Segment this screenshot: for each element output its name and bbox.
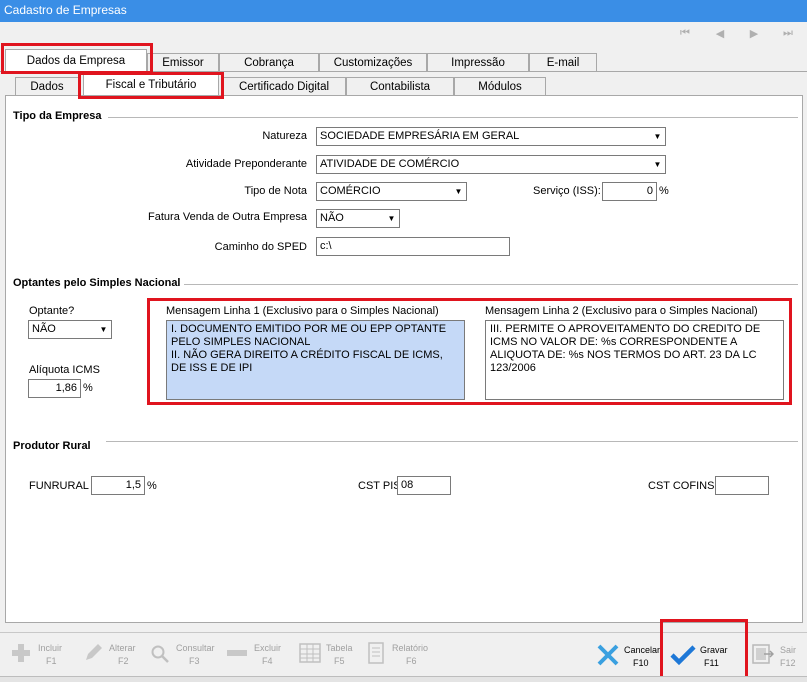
tab-dados-da-empresa[interactable]: Dados da Empresa	[5, 49, 147, 72]
fatura-label: Fatura Venda de Outra Empresa	[148, 211, 307, 223]
tab-contabilista[interactable]: Contabilista	[346, 77, 454, 96]
plus-icon	[12, 644, 30, 662]
msg2-title: Mensagem Linha 2 (Exclusivo para o Simpl…	[485, 305, 758, 317]
sair-label: Sair	[780, 645, 797, 655]
chevron-down-icon[interactable]: ▼	[384, 210, 399, 227]
cancelar-key: F10	[633, 658, 649, 668]
incluir-label: Incluir	[38, 643, 63, 653]
natureza-value: SOCIEDADE EMPRESÁRIA EM GERAL	[320, 130, 520, 142]
alterar-key: F2	[118, 656, 129, 666]
tipo-nota-value: COMÉRCIO	[320, 185, 381, 197]
tipo-nota-select[interactable]: COMÉRCIO ▼	[316, 182, 467, 201]
tab-row-divider	[0, 71, 807, 72]
servico-percent: %	[659, 185, 669, 197]
tab-cobranca[interactable]: Cobrança	[219, 53, 319, 71]
window-title: Cadastro de Empresas	[0, 0, 807, 22]
tabela-button[interactable]: Tabela F5	[297, 640, 357, 672]
excluir-button[interactable]: Excluir F4	[224, 640, 284, 672]
consultar-key: F3	[189, 656, 200, 666]
magnifier-icon	[151, 645, 169, 663]
section-divider	[108, 117, 798, 118]
cancel-x-icon	[597, 644, 619, 666]
natureza-label: Natureza	[262, 130, 307, 142]
optante-label: Optante?	[29, 305, 75, 317]
sped-input[interactable]: c:\	[316, 237, 510, 256]
servico-label: Serviço (ISS):	[533, 185, 601, 197]
table-icon	[299, 643, 321, 663]
fatura-select[interactable]: NÃO ▼	[316, 209, 400, 228]
funrural-percent: %	[147, 480, 157, 492]
sair-key: F12	[780, 658, 796, 668]
alterar-label: Alterar	[109, 643, 136, 653]
excluir-key: F4	[262, 656, 273, 666]
last-icon[interactable]: ⏭	[781, 27, 795, 40]
tabela-label: Tabela	[326, 643, 353, 653]
tipo-nota-label: Tipo de Nota	[244, 185, 307, 197]
tab-impressao[interactable]: Impressão	[427, 53, 529, 71]
servico-input[interactable]: 0	[602, 182, 657, 201]
atividade-label: Atividade Preponderante	[185, 158, 307, 170]
cst-cofins-input[interactable]	[715, 476, 769, 495]
report-icon	[368, 642, 384, 664]
section-divider	[106, 441, 798, 442]
cst-pis-label: CST PIS	[358, 480, 401, 492]
previous-icon[interactable]: ◀	[713, 27, 727, 40]
funrural-label: FUNRURAL	[29, 480, 89, 492]
funrural-input[interactable]: 1,5	[91, 476, 145, 495]
section-title-tipo-empresa: Tipo da Empresa	[13, 110, 102, 122]
msg1-textarea[interactable]: I. DOCUMENTO EMITIDO POR ME OU EPP OPTAN…	[166, 320, 465, 400]
consultar-label: Consultar	[176, 643, 215, 653]
section-divider	[184, 284, 798, 285]
tab-email[interactable]: E-mail	[529, 53, 597, 71]
alterar-button[interactable]: Alterar F2	[80, 640, 140, 672]
checkmark-icon	[670, 645, 696, 666]
status-bar	[0, 676, 807, 682]
chevron-down-icon[interactable]: ▼	[451, 183, 466, 200]
minus-icon	[227, 650, 247, 656]
atividade-value: ATIVIDADE DE COMÉRCIO	[320, 158, 460, 170]
msg2-textarea[interactable]: III. PERMITE O APROVEITAMENTO DO CREDITO…	[485, 320, 784, 400]
relatorio-label: Relatório	[392, 643, 429, 653]
tab-emissor[interactable]: Emissor	[147, 53, 219, 71]
section-title-produtor: Produtor Rural	[13, 440, 91, 452]
tab-certificado-digital[interactable]: Certificado Digital	[222, 77, 346, 96]
tab-fiscal-tributario[interactable]: Fiscal e Tributário	[83, 74, 219, 96]
chevron-down-icon[interactable]: ▼	[650, 156, 665, 173]
incluir-button[interactable]: Incluir F1	[8, 640, 68, 672]
relatorio-key: F6	[406, 656, 417, 666]
tab-dados[interactable]: Dados	[15, 77, 79, 96]
gravar-label: Gravar	[700, 645, 728, 655]
excluir-label: Excluir	[254, 643, 282, 653]
consultar-button[interactable]: Consultar F3	[148, 640, 218, 672]
first-icon[interactable]: ⏮	[678, 27, 692, 40]
optante-value: NÃO	[32, 323, 56, 335]
gravar-key: F11	[704, 658, 719, 668]
section-title-simples: Optantes pelo Simples Nacional	[13, 277, 181, 289]
sair-button[interactable]: Sair F12	[752, 640, 802, 672]
relatorio-button[interactable]: Relatório F6	[364, 640, 434, 672]
sped-label: Caminho do SPED	[214, 241, 307, 253]
gravar-button[interactable]: Gravar F11	[670, 640, 736, 672]
pencil-icon	[86, 644, 102, 660]
aliquota-label: Alíquota ICMS	[29, 364, 100, 376]
cancelar-button[interactable]: Cancelar F10	[596, 640, 660, 672]
chevron-down-icon[interactable]: ▼	[650, 128, 665, 145]
exit-door-icon	[752, 644, 774, 664]
aliquota-percent: %	[83, 382, 93, 394]
incluir-key: F1	[46, 656, 57, 666]
msg1-title: Mensagem Linha 1 (Exclusivo para o Simpl…	[166, 305, 439, 317]
tabela-key: F5	[334, 656, 345, 666]
natureza-select[interactable]: SOCIEDADE EMPRESÁRIA EM GERAL ▼	[316, 127, 666, 146]
chevron-down-icon[interactable]: ▼	[96, 321, 111, 338]
optante-select[interactable]: NÃO ▼	[28, 320, 112, 339]
cst-pis-input[interactable]: 08	[397, 476, 451, 495]
next-icon[interactable]: ▶	[747, 27, 761, 40]
tab-customizacoes[interactable]: Customizações	[319, 53, 427, 71]
fatura-value: NÃO	[320, 212, 344, 224]
tab-modulos[interactable]: Módulos	[454, 77, 546, 96]
aliquota-input[interactable]: 1,86	[28, 379, 81, 398]
cancelar-label: Cancelar	[624, 645, 661, 655]
atividade-select[interactable]: ATIVIDADE DE COMÉRCIO ▼	[316, 155, 666, 174]
cst-cofins-label: CST COFINS	[648, 480, 715, 492]
